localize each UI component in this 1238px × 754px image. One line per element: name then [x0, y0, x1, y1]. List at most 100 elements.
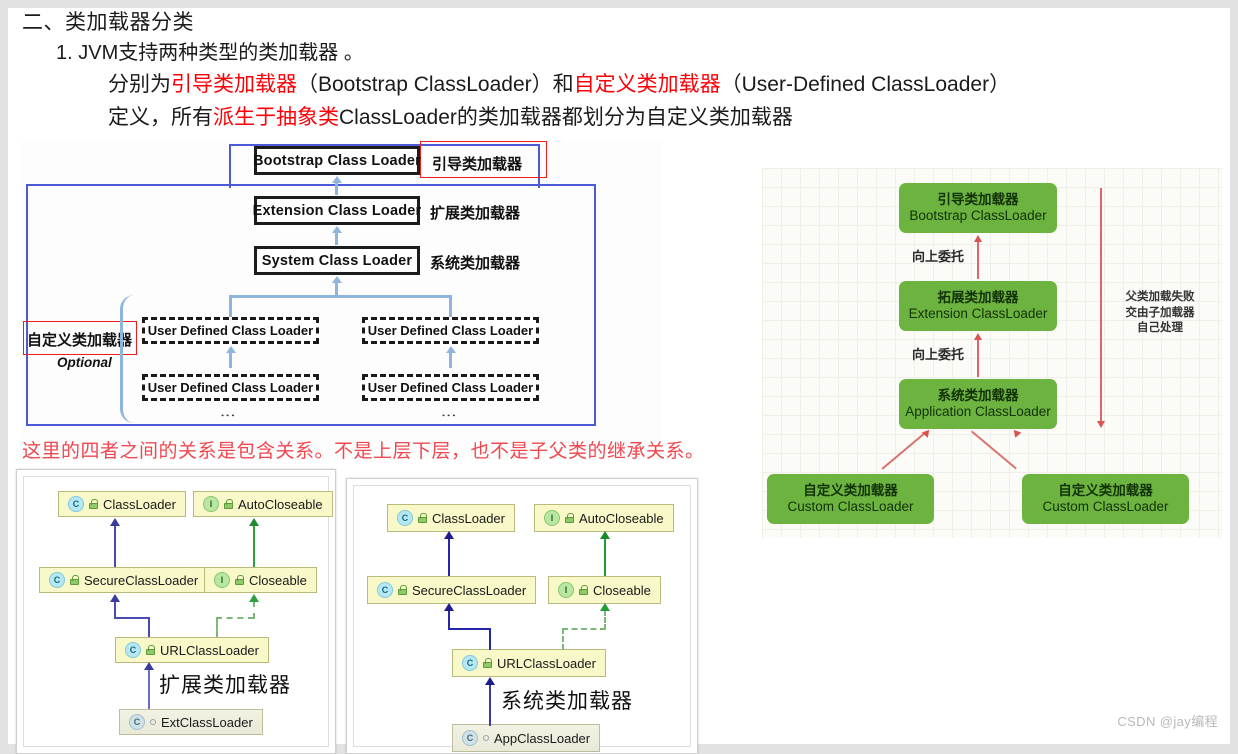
edge-secure-to-classloader: [448, 538, 450, 576]
green-box-application-en: Application ClassLoader: [905, 404, 1051, 419]
arrow-udl3-to-udl1-head: [226, 346, 236, 353]
edge-url-up: [148, 617, 150, 637]
lock-icon: [89, 499, 98, 509]
uml-app-node-urlclassloader: C URLClassLoader: [452, 649, 606, 677]
lock-icon: [483, 658, 492, 668]
edge-url-impl-up: [604, 610, 606, 630]
uml-ext-caption: 扩展类加载器: [159, 674, 291, 697]
arrow-udl4-to-udl2-head: [446, 346, 456, 353]
uml-diagram-app-classloader: C ClassLoader I AutoCloseable C SecureCl…: [346, 478, 698, 754]
edge-url-to-secure-head: [444, 603, 454, 611]
lock-icon: [418, 513, 427, 523]
edge-url-impl-head: [600, 603, 610, 611]
class-icon: C: [68, 496, 84, 512]
watermark: CSDN @jay编程: [1117, 714, 1218, 729]
heading-block: 二、类加载器分类 1. JVM支持两种类型的类加载器 。 分别为引导类加载器（B…: [22, 8, 1122, 134]
uml-ext-node-closeable-label: Closeable: [249, 572, 307, 588]
edge-url-impl-up: [253, 601, 255, 619]
box-system-class-loader: System Class Loader: [254, 246, 420, 275]
arrow-delegate-2-shaft: [977, 339, 979, 377]
green-box-custom-2-zh: 自定义类加载器: [1058, 483, 1153, 499]
interface-icon: I: [203, 496, 219, 512]
edge-secure-to-classloader-head: [444, 531, 454, 539]
red-note-text: 这里的四者之间的关系是包含关系。不是上层下层，也不是子父类的继承关系。: [22, 441, 705, 462]
green-box-application-zh: 系统类加载器: [937, 388, 1019, 404]
label-fallback-note: 父类加载失败 交由子加载器 自己处理: [1125, 291, 1195, 335]
uml-app-inner-border: C ClassLoader I AutoCloseable C SecureCl…: [353, 485, 691, 752]
arrow-ext-to-boot-shaft: [335, 182, 338, 195]
green-box-custom-1-zh: 自定义类加载器: [803, 483, 898, 499]
uml-app-node-classloader-label: ClassLoader: [432, 510, 505, 526]
green-box-bootstrap-en: Bootstrap ClassLoader: [909, 208, 1047, 223]
arrow-sys-to-ext-head: [332, 226, 342, 233]
edge-closeable-to-autocloseable: [604, 538, 606, 576]
class-icon: C: [125, 642, 141, 658]
visibility-dot-icon: [150, 719, 156, 725]
uml-ext-node-closeable: I Closeable: [204, 567, 317, 593]
edge-url-impl-down: [562, 628, 564, 650]
ellipsis-column-1: ⋮: [219, 408, 236, 423]
class-icon: C: [397, 510, 413, 526]
arrow-delegate-1-head: [974, 235, 982, 242]
green-box-custom-2: 自定义类加载器 Custom ClassLoader: [1022, 474, 1189, 524]
uml-ext-node-autocloseable: I AutoCloseable: [193, 491, 333, 517]
edge-secure-to-classloader: [114, 525, 116, 567]
edge-url-impl-elbow: [216, 617, 254, 619]
visibility-dot-icon: [483, 735, 489, 741]
uml-app-node-urlclassloader-label: URLClassLoader: [497, 655, 596, 671]
label-bootstrap-cn: 引导类加载器: [432, 156, 523, 173]
uml-app-node-closeable-label: Closeable: [593, 582, 651, 598]
green-box-extension: 拓展类加载器 Extension ClassLoader: [899, 281, 1057, 331]
green-box-custom-1-en: Custom ClassLoader: [787, 499, 914, 514]
edge-url-impl-head: [249, 594, 259, 602]
box-user-defined-4: User Defined Class Loader: [362, 374, 539, 401]
class-icon: C: [129, 714, 145, 730]
green-box-custom-2-en: Custom ClassLoader: [1042, 499, 1169, 514]
text-fragment: 分别为: [108, 73, 171, 96]
uml-diagram-ext-classloader: C ClassLoader I AutoCloseable C SecureCl…: [16, 469, 336, 754]
label-system-cn: 系统类加载器: [430, 255, 521, 272]
arrow-udl-to-sys-head: [332, 276, 342, 283]
edge-app-to-url: [489, 684, 491, 726]
uml-ext-node-extclassloader: C ExtClassLoader: [119, 709, 263, 735]
green-box-custom-1: 自定义类加载器 Custom ClassLoader: [767, 474, 934, 524]
lock-icon: [70, 575, 79, 585]
class-icon: C: [462, 655, 478, 671]
edge-secure-to-classloader-head: [110, 518, 120, 526]
arrow-delegate-1-shaft: [977, 241, 979, 279]
text-fragment: （Bootstrap ClassLoader）和: [297, 73, 574, 96]
arrow-fallback-shaft: [1100, 188, 1102, 423]
parent-delegation-diagram: 引导类加载器 Bootstrap ClassLoader 拓展类加载器 Exte…: [762, 168, 1222, 538]
edge-closeable-to-autocloseable: [253, 525, 255, 567]
box-user-defined-2: User Defined Class Loader: [362, 317, 539, 344]
uml-app-node-autocloseable: I AutoCloseable: [534, 504, 674, 532]
green-box-extension-en: Extension ClassLoader: [908, 306, 1048, 321]
highlight-bootstrap-loader: 引导类加载器: [171, 73, 297, 96]
green-box-bootstrap: 引导类加载器 Bootstrap ClassLoader: [899, 183, 1057, 233]
box-user-defined-3: User Defined Class Loader: [142, 374, 319, 401]
green-box-application: 系统类加载器 Application ClassLoader: [899, 379, 1057, 429]
box-extension-class-loader: Extension Class Loader: [253, 196, 421, 225]
edge-ext-to-url: [148, 669, 150, 709]
arrow-custom2-to-app: [971, 430, 1017, 470]
box-user-defined-1: User Defined Class Loader: [142, 317, 319, 344]
uml-ext-node-classloader-label: ClassLoader: [103, 496, 176, 512]
uml-ext-node-autocloseable-label: AutoCloseable: [238, 496, 323, 512]
edge-url-to-secure-head: [110, 594, 120, 602]
uml-app-node-autocloseable-label: AutoCloseable: [579, 510, 664, 526]
uml-ext-node-classloader: C ClassLoader: [58, 491, 186, 517]
label-delegate-1: 向上委托: [912, 249, 965, 264]
connector-left-drop: [229, 295, 232, 317]
lock-icon: [565, 513, 574, 523]
uml-app-node-appclassloader: C AppClassLoader: [452, 724, 601, 752]
arrow-sys-to-ext-shaft: [335, 232, 338, 245]
text-fragment: 定义，所有: [108, 106, 213, 129]
label-custom-cn: 自定义类加载器: [27, 332, 133, 349]
paragraph-line-4: 定义，所有派生于抽象类ClassLoader的类加载器都划分为自定义类加载器: [108, 102, 1122, 134]
green-box-extension-zh: 拓展类加载器: [937, 290, 1019, 306]
label-delegate-2: 向上委托: [912, 347, 965, 362]
uml-app-caption: 系统类加载器: [501, 690, 633, 713]
edge-app-to-url-head: [485, 677, 495, 685]
edge-url-to-secure: [114, 601, 116, 619]
uml-app-node-classloader: C ClassLoader: [387, 504, 515, 532]
